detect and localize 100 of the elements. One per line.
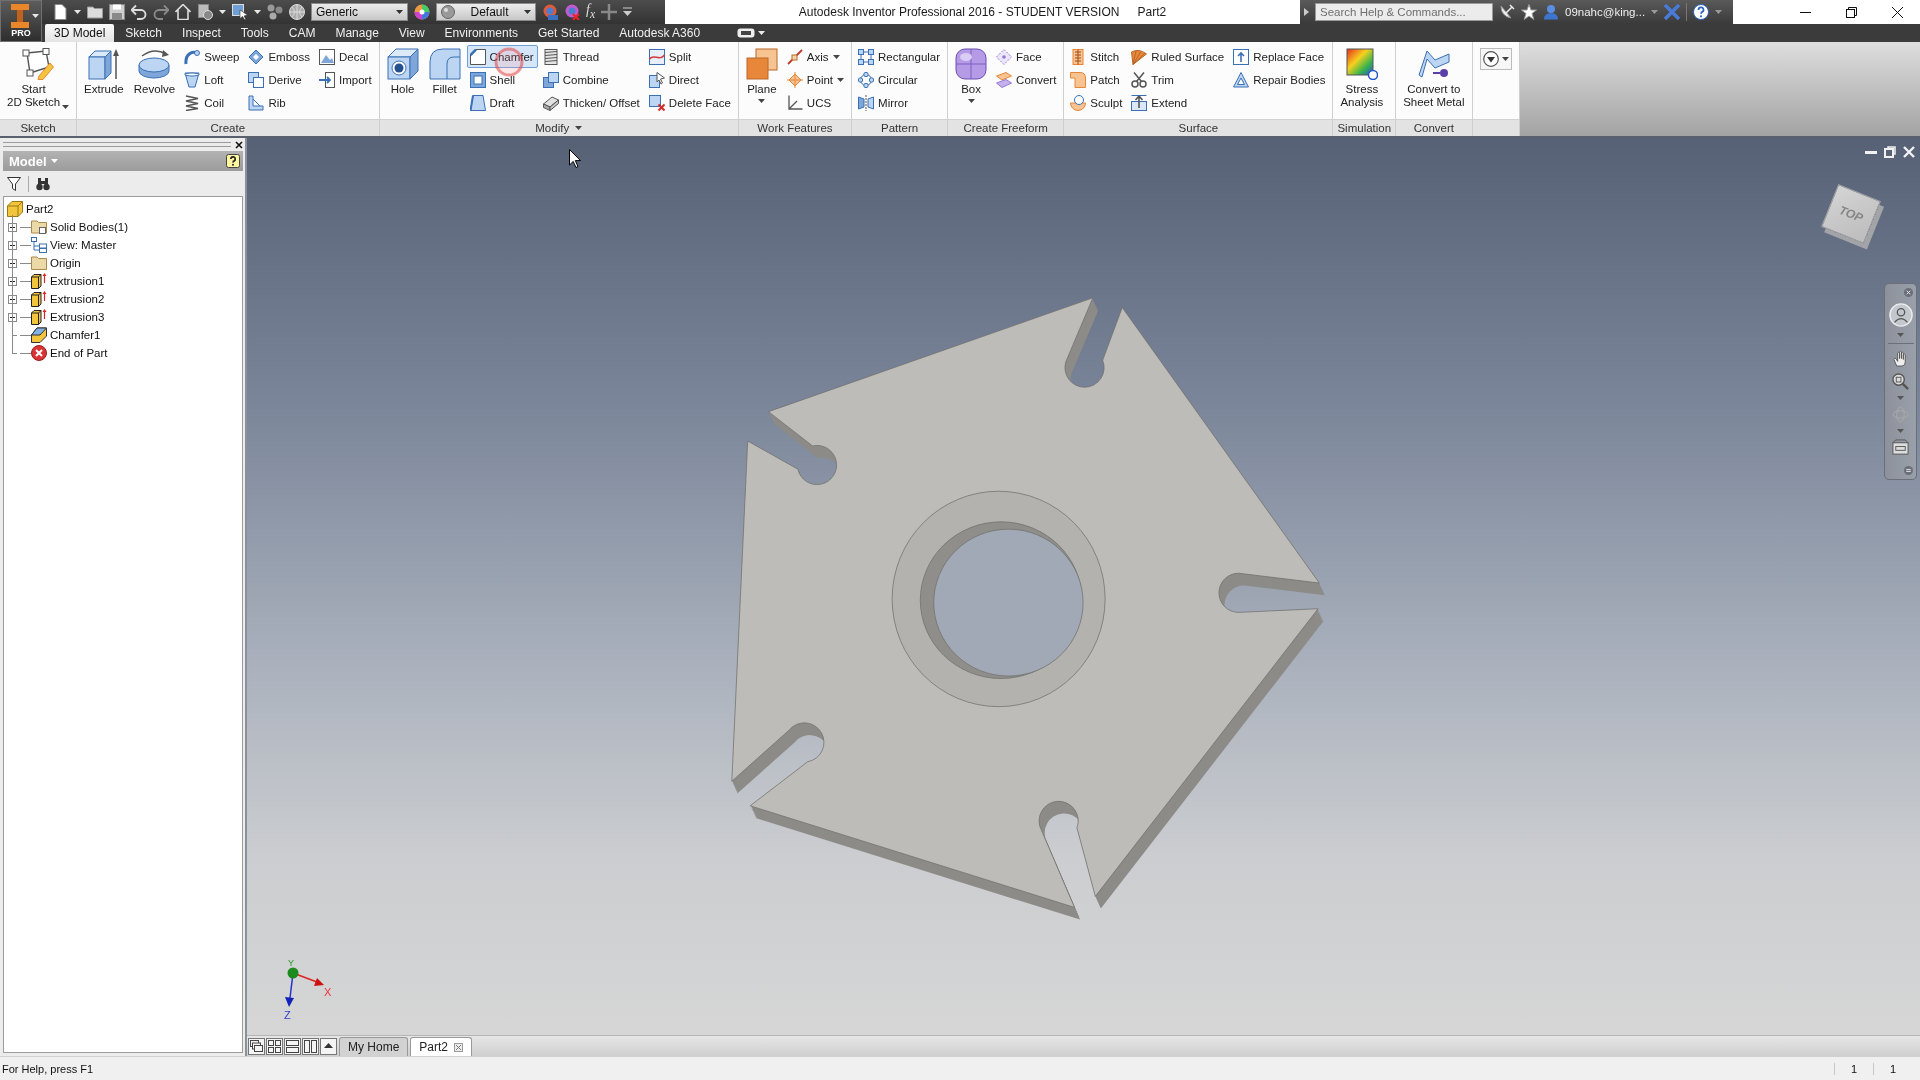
person-circle-icon[interactable] — [1888, 303, 1913, 327]
tile-windows-icon[interactable] — [266, 1037, 283, 1055]
ribbon-tool-button[interactable]: Convert to Sheet Metal — [1399, 45, 1469, 119]
ribbon-tool-button[interactable]: Revolve — [129, 45, 180, 119]
ribbon-tab[interactable]: Environments — [435, 24, 527, 42]
ribbon-tool-button[interactable]: Decal — [316, 45, 376, 68]
ribbon-tool-button[interactable]: Direct — [645, 68, 735, 91]
redo-icon[interactable] — [153, 4, 169, 20]
application-menu-button[interactable]: PRO — [0, 0, 42, 42]
ribbon-tool-button[interactable]: Plane — [741, 45, 782, 119]
ribbon-tool-button[interactable]: Axis — [783, 45, 849, 68]
plus-box-icon[interactable] — [8, 294, 17, 304]
horizontal-split-icon[interactable] — [284, 1037, 301, 1055]
ribbon-tool-button[interactable]: Rectangular — [855, 45, 945, 68]
menu-icon[interactable] — [1904, 466, 1913, 475]
tree-item-label[interactable]: Chamfer1 — [50, 329, 101, 341]
grip-bar[interactable] — [3, 142, 231, 147]
ribbon-tab[interactable]: Manage — [326, 24, 388, 42]
ribbon-tool-button[interactable]: Emboss — [245, 45, 314, 68]
ribbon-tool-button[interactable]: Circular — [855, 68, 945, 91]
ribbon-tool-button[interactable]: Face — [993, 45, 1061, 68]
ribbon-tool-button[interactable]: Patch — [1067, 68, 1127, 91]
ribbon-tool-button[interactable]: Shell — [466, 68, 538, 91]
hand-icon[interactable] — [1892, 350, 1909, 367]
document-tab[interactable]: Part2 — [410, 1037, 473, 1056]
restore-icon[interactable] — [1845, 6, 1857, 18]
triangle-right-icon[interactable] — [1304, 8, 1309, 16]
document-tab[interactable]: My Home — [339, 1037, 409, 1056]
ribbon-tool-button[interactable]: Start 2D Sketch — [3, 45, 74, 119]
close-icon[interactable] — [235, 140, 243, 149]
ribbon-tool-button[interactable]: Replace Face — [1230, 45, 1330, 68]
ribbon-tab[interactable]: Sketch — [116, 24, 172, 42]
ribbon-tool-button[interactable]: Box — [951, 45, 992, 119]
ring-cross-icon[interactable] — [564, 4, 580, 20]
close-icon[interactable] — [1891, 6, 1903, 18]
globe-icon[interactable] — [289, 4, 305, 20]
ribbon-tool-button[interactable]: Draft — [466, 91, 538, 114]
material-dropdown[interactable]: Generic — [311, 3, 408, 21]
ribbon-tool-button[interactable]: Chamfer — [466, 45, 538, 68]
tree-item-label[interactable]: View: Master — [50, 239, 117, 251]
ribbon-tool-button[interactable]: Rib — [245, 91, 314, 114]
ribbon-tab[interactable]: 3D Model — [45, 24, 115, 42]
undo-icon[interactable] — [131, 4, 147, 20]
ribbon-tool-button[interactable]: Ruled Surface — [1128, 45, 1229, 68]
dot-cluster-icon[interactable] — [267, 4, 283, 20]
tree-item-label[interactable]: Part2 — [26, 203, 54, 215]
square-circle-icon[interactable] — [197, 4, 213, 20]
ribbon-tool-button[interactable]: Combine — [539, 68, 644, 91]
plus-box-icon[interactable] — [8, 312, 17, 322]
ribbon-tool-button[interactable]: Convert — [993, 68, 1061, 91]
plus-box-icon[interactable] — [8, 276, 17, 286]
ribbon-tool-button[interactable]: Sweep — [181, 45, 244, 68]
caret-icon[interactable] — [1897, 429, 1904, 433]
tree-item-label[interactable]: End of Part — [50, 347, 108, 359]
ribbon-tab[interactable]: CAM — [279, 24, 325, 42]
search-field[interactable]: Search Help & Commands... — [1315, 3, 1493, 21]
ribbon-tool-button[interactable]: UCS — [783, 91, 849, 114]
ribbon-tool-button[interactable]: Fillet — [424, 45, 465, 119]
tree-item-label[interactable]: Origin — [50, 257, 81, 269]
plus-box-icon[interactable] — [8, 222, 17, 232]
ribbon-tool-button[interactable]: Thread — [539, 45, 644, 68]
house-icon[interactable] — [175, 4, 191, 20]
framed-rectangle-icon[interactable] — [1892, 439, 1909, 456]
satellite-dish-icon[interactable] — [1499, 4, 1515, 20]
ribbon-tool-button[interactable]: Sculpt — [1067, 91, 1127, 114]
ribbon-tool-button[interactable]: Extrude — [80, 45, 128, 119]
caret-icon[interactable] — [1897, 333, 1904, 337]
ribbon-tool-button[interactable]: Trim — [1128, 68, 1229, 91]
ribbon-tool-button[interactable]: Coil — [181, 91, 244, 114]
ribbon-tool-button[interactable]: Extend — [1128, 91, 1229, 114]
user-name[interactable]: 09nahc@king... — [1565, 6, 1646, 18]
tree-item-label[interactable]: Extrusion1 — [50, 275, 105, 287]
ribbon-tab[interactable]: Autodesk A360 — [610, 24, 710, 42]
color-wheel-icon[interactable] — [414, 4, 430, 20]
ribbon-tool-button[interactable]: Thicken/ Offset — [539, 91, 644, 114]
ribbon-tool-button[interactable]: Hole — [382, 45, 423, 119]
tree-item-label[interactable]: Solid Bodies(1) — [50, 221, 128, 233]
funnel-icon[interactable] — [7, 176, 21, 191]
plate-part-drawing[interactable] — [731, 297, 1325, 920]
ribbon-tool-button[interactable]: Stress Analysis — [1336, 45, 1388, 119]
ribbon-tool-button[interactable]: Split — [645, 45, 735, 68]
magnifier-icon[interactable] — [1892, 373, 1909, 390]
appearance-dropdown[interactable]: Default — [436, 3, 536, 21]
ribbon-tab[interactable]: Inspect — [173, 24, 230, 42]
vertical-split-icon[interactable] — [302, 1037, 319, 1055]
ribbon-tab[interactable]: Tools — [231, 24, 278, 42]
tree-item-label[interactable]: Extrusion3 — [50, 311, 105, 323]
rounded-rectangle-icon[interactable] — [737, 28, 756, 38]
user-icon[interactable] — [1543, 4, 1559, 20]
ribbon-tool-button[interactable]: Stitch — [1067, 45, 1127, 68]
binoculars-icon[interactable] — [36, 176, 50, 191]
minimize-icon[interactable] — [1799, 11, 1811, 13]
cross-mark-icon[interactable] — [1664, 4, 1681, 20]
help-icon[interactable] — [1693, 4, 1710, 20]
ribbon-tool-button[interactable]: Delete Face — [645, 91, 735, 114]
plus-box-icon[interactable] — [8, 258, 17, 268]
ribbon-tool-button[interactable]: Repair Bodies — [1230, 68, 1330, 91]
ribbon-options-button[interactable] — [1479, 48, 1512, 70]
ribbon-tool-button[interactable]: Mirror — [855, 91, 945, 114]
star-icon[interactable] — [1521, 4, 1537, 20]
